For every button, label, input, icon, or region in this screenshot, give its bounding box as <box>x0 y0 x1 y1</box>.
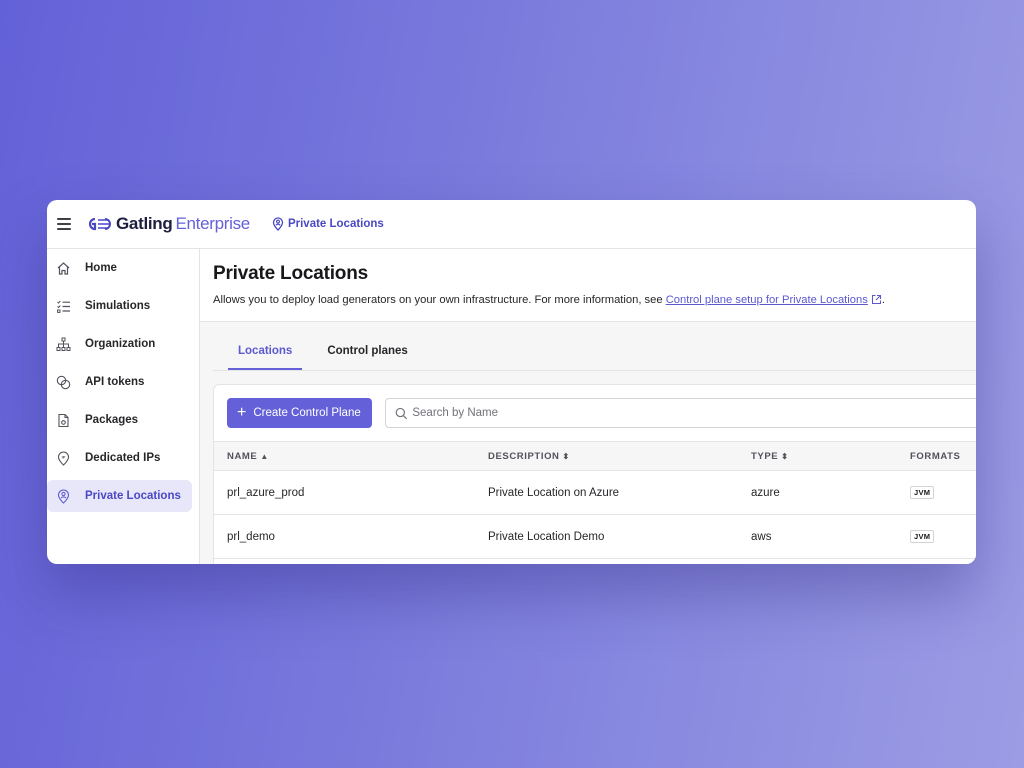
search-icon <box>395 407 407 419</box>
toolbar: + Create Control Plane <box>214 385 976 441</box>
column-header-formats: FORMATS <box>910 450 961 462</box>
sidebar-item-label: Dedicated IPs <box>85 452 161 464</box>
logo[interactable]: Gatling Enterprise <box>86 214 250 234</box>
breadcrumb-label: Private Locations <box>287 218 384 230</box>
sidebar-item-api-tokens[interactable]: API tokens <box>47 366 193 398</box>
sidebar-item-organization[interactable]: Organization <box>47 328 193 360</box>
tokens-icon <box>55 374 71 390</box>
sidebar-item-label: Simulations <box>85 300 151 312</box>
external-link-icon[interactable] <box>871 294 882 308</box>
sort-ascending-icon: ▲ <box>260 451 269 461</box>
sidebar-item-label: Home <box>85 262 117 274</box>
create-control-plane-button[interactable]: + Create Control Plane <box>227 398 372 428</box>
tab-locations[interactable]: Locations <box>228 345 303 370</box>
sidebar-item-label: Organization <box>85 338 156 350</box>
tab-bar: Locations Control planes <box>213 322 976 371</box>
sidebar-item-home[interactable]: Home <box>47 252 193 284</box>
sidebar-item-simulations[interactable]: Simulations <box>47 290 193 322</box>
cell-name: prl_demo <box>227 530 275 543</box>
brand-edition: Enterprise <box>175 214 250 233</box>
locations-card: + Create Control Plane NAME▲ <box>213 384 976 564</box>
cell-description: Private Location Demo <box>488 530 605 543</box>
create-control-plane-label: Create Control Plane <box>253 407 361 419</box>
breadcrumb[interactable]: Private Locations <box>272 217 384 231</box>
sidebar-item-dedicated-ips[interactable]: IP Dedicated IPs <box>47 442 193 474</box>
sidebar-item-label: API tokens <box>85 376 145 388</box>
home-icon <box>55 260 71 276</box>
ip-pin-icon: IP <box>55 450 71 466</box>
main-content: Private Locations Allows you to deploy l… <box>200 249 976 564</box>
format-badge: JVM <box>910 530 935 543</box>
app-window: Gatling Enterprise Private Locations Hom… <box>47 200 976 564</box>
search-field[interactable] <box>384 398 976 428</box>
sort-icon: ⬍ <box>781 451 789 461</box>
cell-description: Private Location on Azure <box>488 486 620 499</box>
cell-type: aws <box>751 530 772 543</box>
table-header-row: NAME ▲ DESCRIPTION ⬍ TYPE ⬍ FORMATS <box>214 441 976 471</box>
column-header-name[interactable]: NAME ▲ <box>214 442 475 471</box>
page-title: Private Locations <box>213 263 368 284</box>
sidebar-item-label: Packages <box>85 414 139 426</box>
locations-table: NAME ▲ DESCRIPTION ⬍ TYPE ⬍ FORMATS prl_azu… <box>214 441 976 559</box>
page-header: Private Locations Allows you to deploy l… <box>200 249 976 322</box>
column-header-description[interactable]: DESCRIPTION ⬍ <box>475 442 738 471</box>
tab-control-planes[interactable]: Control planes <box>317 345 418 370</box>
location-pin-icon <box>272 217 284 231</box>
sort-icon: ⬍ <box>562 451 570 461</box>
sidebar-item-private-locations[interactable]: Private Locations <box>47 480 192 512</box>
cell-type: azure <box>751 486 780 499</box>
plus-icon: + <box>237 404 247 421</box>
page-description: Allows you to deploy load generators on … <box>213 294 963 308</box>
svg-text:IP: IP <box>61 454 65 459</box>
cell-formats: JVM <box>897 515 976 559</box>
hamburger-menu-icon[interactable] <box>57 218 71 230</box>
docs-link[interactable]: Control plane setup for Private Location… <box>666 294 868 306</box>
location-pin-icon <box>55 488 71 504</box>
description-text: Allows you to deploy load generators on … <box>213 294 666 306</box>
sidebar-item-packages[interactable]: Packages <box>47 404 193 436</box>
package-file-icon <box>55 412 71 428</box>
search-input[interactable] <box>412 407 976 419</box>
cell-name: prl_azure_prod <box>227 486 305 499</box>
table-row[interactable]: prl_demo Private Location Demo aws JVM <box>214 515 976 559</box>
gatling-logo-icon <box>88 217 111 231</box>
org-chart-icon <box>55 336 71 352</box>
table-row[interactable]: prl_azure_prod Private Location on Azure… <box>214 471 976 515</box>
sidebar-item-label: Private Locations <box>85 490 181 502</box>
checklist-icon <box>55 298 71 314</box>
format-badge: JVM <box>910 486 935 499</box>
column-header-type[interactable]: TYPE ⬍ <box>738 442 897 471</box>
top-bar: Gatling Enterprise Private Locations <box>47 200 976 249</box>
description-end: . <box>881 294 885 306</box>
cell-formats: JVM <box>897 471 976 515</box>
sidebar: Home Simulations Organization API tokens <box>47 249 200 564</box>
brand-name: Gatling <box>116 214 173 233</box>
